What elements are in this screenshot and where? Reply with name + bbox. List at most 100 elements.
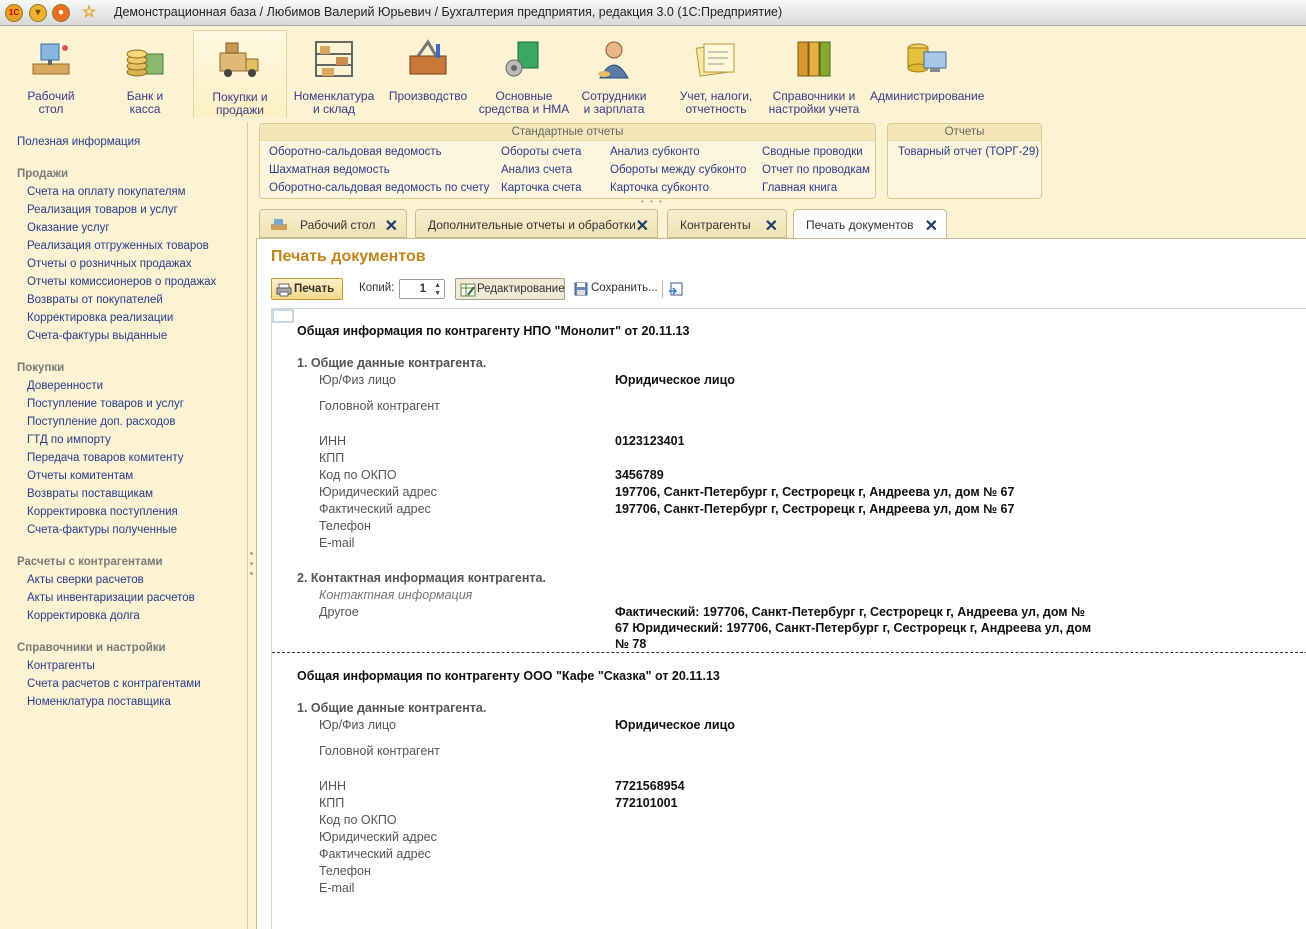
- sidebar-link[interactable]: Отчеты о розничных продажах: [27, 258, 192, 270]
- section-5[interactable]: Производство: [382, 30, 474, 118]
- tab-desktop[interactable]: Рабочий стол ✕: [259, 209, 407, 238]
- sidebar-link[interactable]: Счета расчетов с контрагентами: [27, 678, 201, 690]
- report-command-link[interactable]: Карточка субконто: [610, 182, 709, 194]
- sidebar-link[interactable]: Реализация товаров и услуг: [27, 204, 178, 216]
- field-label: Код по ОКПО: [319, 813, 397, 827]
- report-command-link[interactable]: Шахматная ведомость: [269, 164, 390, 176]
- employee-icon: [592, 38, 636, 80]
- close-icon[interactable]: ✕: [925, 216, 938, 236]
- report-2-section-1-title: 1. Общие данные контрагента.: [297, 701, 487, 715]
- sidebar-link[interactable]: Акты сверки расчетов: [27, 574, 144, 586]
- desk-icon: [29, 38, 73, 80]
- more-actions-button[interactable]: [667, 278, 685, 300]
- section-label: Рабочий стол: [5, 90, 97, 116]
- section-label-line: Производство: [388, 89, 468, 103]
- close-icon[interactable]: ✕: [765, 216, 778, 236]
- section-4[interactable]: Номенклатура и склад: [288, 30, 380, 118]
- tab-label: Дополнительные отчеты и обработки: [428, 218, 636, 232]
- sidebar-link[interactable]: Счета-фактуры полученные: [27, 524, 177, 536]
- edit-toggle-button[interactable]: Редактирование: [455, 278, 565, 300]
- actions-collapse-handle[interactable]: • • •: [641, 198, 671, 206]
- field-label: Юридический адрес: [319, 485, 437, 499]
- section-10[interactable]: Администрирование: [870, 30, 984, 118]
- sidebar-link[interactable]: Контрагенты: [27, 660, 95, 672]
- section-7[interactable]: Сотрудники и зарплата: [568, 30, 660, 118]
- dropdown-menu-icon[interactable]: ▾: [29, 4, 47, 22]
- field-value: Юридическое лицо: [615, 718, 735, 732]
- section-label-line: и склад: [312, 102, 356, 116]
- report-command-link[interactable]: Главная книга: [762, 182, 837, 194]
- sidebar-link[interactable]: Отчеты комитентам: [27, 470, 133, 482]
- sidebar-link[interactable]: ГТД по импорту: [27, 434, 111, 446]
- copies-label: Копий:: [359, 282, 395, 294]
- field-value: 67 Юридический: 197706, Санкт-Петербург …: [615, 621, 1092, 635]
- report-command-link[interactable]: Обороты счета: [501, 146, 581, 158]
- sidebar-link[interactable]: Акты инвентаризации расчетов: [27, 592, 195, 604]
- reports-title: Отчеты: [888, 124, 1041, 141]
- sections-panel: Рабочий стол Банк и касса Покупки и продажи Но…: [0, 27, 1306, 121]
- field-label: Юр/Физ лицо: [319, 718, 396, 732]
- section-label-line: касса: [129, 102, 161, 116]
- favorites-star-icon[interactable]: ☆: [80, 4, 98, 22]
- page-title: Печать документов: [271, 248, 426, 265]
- section-label: Покупки и продажи: [194, 91, 286, 117]
- sidebar-group-title: Расчеты с контрагентами: [17, 556, 163, 568]
- sidebar-link[interactable]: Оказание услуг: [27, 222, 110, 234]
- app-logo-icon[interactable]: 1C: [5, 4, 23, 22]
- sidebar-link[interactable]: Реализация отгруженных товаров: [27, 240, 209, 252]
- tab-additional-reports[interactable]: Дополнительные отчеты и обработки ✕: [415, 209, 658, 238]
- report-command-link[interactable]: Сводные проводки: [762, 146, 863, 158]
- report-command-link[interactable]: Оборотно-сальдовая ведомость: [269, 146, 442, 158]
- report-command-link[interactable]: Оборотно-сальдовая ведомость по счету: [269, 182, 489, 194]
- sidebar-link[interactable]: Корректировка реализации: [27, 312, 173, 324]
- tab-counterparties[interactable]: Контрагенты ✕: [667, 209, 787, 238]
- report-command-link[interactable]: Карточка счета: [501, 182, 582, 194]
- save-button[interactable]: Сохранить...: [571, 278, 659, 300]
- tab-label: Рабочий стол: [300, 218, 376, 232]
- section-1[interactable]: Рабочий стол: [5, 30, 97, 118]
- toolbar-divider: [662, 280, 663, 298]
- spin-down-icon[interactable]: ▼: [434, 284, 441, 304]
- report-command-link[interactable]: Анализ субконто: [610, 146, 700, 158]
- close-icon[interactable]: ✕: [636, 216, 649, 236]
- spreadsheet-document[interactable]: Общая информация по контрагенту НПО "Мон…: [271, 308, 1306, 929]
- tab-print-documents[interactable]: Печать документов ✕: [793, 209, 947, 239]
- history-icon[interactable]: ●: [52, 4, 70, 22]
- copies-field[interactable]: 1 ▲ ▼: [399, 279, 445, 299]
- active-cell: [272, 309, 294, 323]
- sidebar-link-useful-info[interactable]: Полезная информация: [17, 136, 140, 148]
- sidebar-link[interactable]: Возвраты от покупателей: [27, 294, 163, 306]
- coins-icon: [123, 38, 167, 80]
- sidebar-link[interactable]: Счета на оплату покупателям: [27, 186, 186, 198]
- sidebar-link[interactable]: Номенклатура поставщика: [27, 696, 171, 708]
- section-9[interactable]: Справочники и настройки учета: [765, 30, 863, 118]
- section-2[interactable]: Банк и касса: [100, 30, 190, 118]
- field-value: 7721568954: [615, 779, 685, 793]
- field-value: 772101001: [615, 796, 678, 810]
- sidebar-link[interactable]: Корректировка поступления: [27, 506, 178, 518]
- report-torg29-link[interactable]: Товарный отчет (ТОРГ-29): [898, 146, 1039, 158]
- section-label: Основные средства и НМА: [476, 90, 572, 116]
- sidebar-link[interactable]: Счета-фактуры выданные: [27, 330, 167, 342]
- section-label: Учет, налоги, отчетность: [666, 90, 766, 116]
- field-label: Телефон: [319, 864, 371, 878]
- section-8[interactable]: Учет, налоги, отчетность: [666, 30, 766, 118]
- sidebar-link[interactable]: Возвраты поставщикам: [27, 488, 153, 500]
- report-command-link[interactable]: Отчет по проводкам: [762, 164, 870, 176]
- sidebar-link[interactable]: Доверенности: [27, 380, 103, 392]
- close-icon[interactable]: ✕: [385, 216, 398, 236]
- field-label: E-mail: [319, 881, 355, 895]
- section-3[interactable]: Покупки и продажи: [193, 30, 287, 118]
- sidebar-link[interactable]: Корректировка долга: [27, 610, 140, 622]
- panel-splitter[interactable]: [248, 122, 256, 929]
- export-icon: [669, 282, 683, 296]
- print-button[interactable]: Печать: [271, 278, 343, 300]
- sidebar-link[interactable]: Поступление доп. расходов: [27, 416, 176, 428]
- report-command-link[interactable]: Анализ счета: [501, 164, 572, 176]
- report-command-link[interactable]: Обороты между субконто: [610, 164, 746, 176]
- section-6[interactable]: Основные средства и НМА: [476, 30, 572, 118]
- warehouse-icon: [312, 38, 356, 80]
- sidebar-link[interactable]: Поступление товаров и услуг: [27, 398, 184, 410]
- sidebar-link[interactable]: Передача товаров комитенту: [27, 452, 184, 464]
- sidebar-link[interactable]: Отчеты комиссионеров о продажах: [27, 276, 216, 288]
